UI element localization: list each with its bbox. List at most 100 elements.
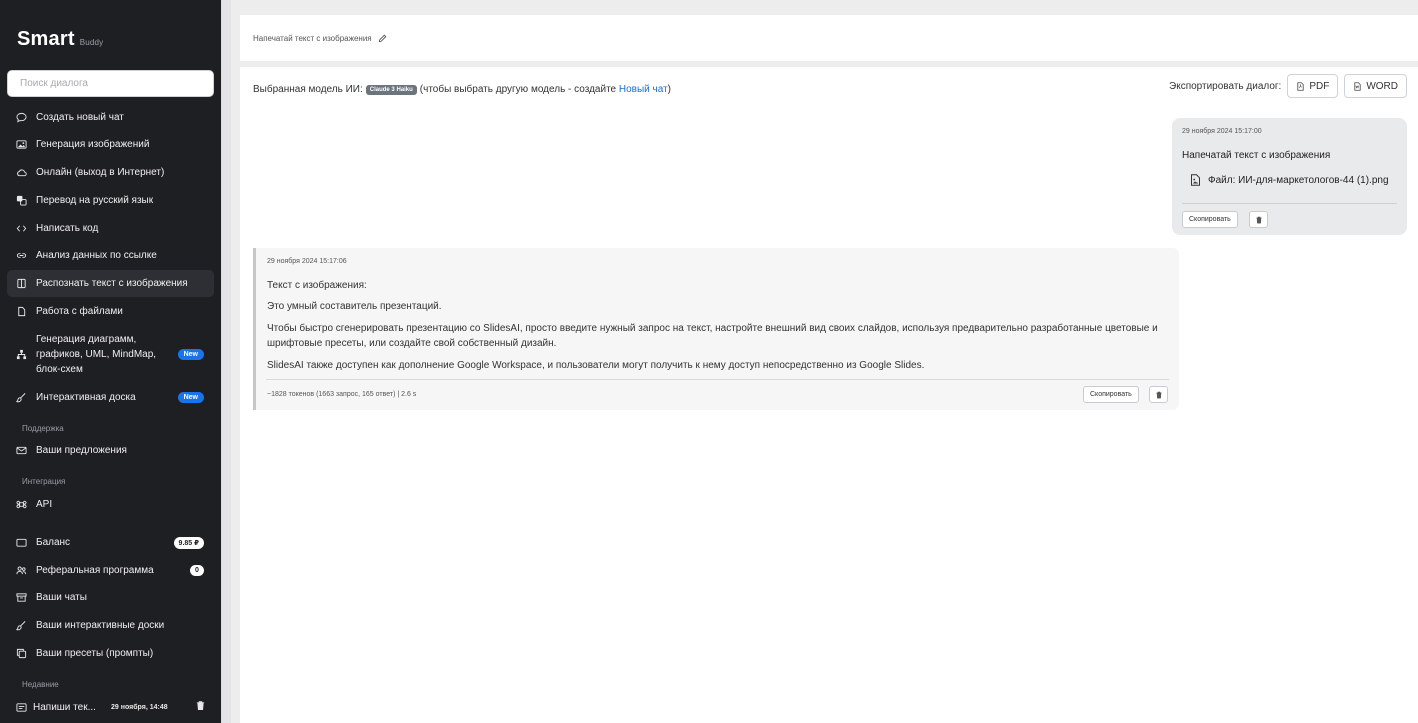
- message-timestamp: 29 ноября 2024 15:17:00: [1182, 128, 1262, 135]
- message-paragraph: Это умный составитель презентаций.: [267, 301, 442, 312]
- sidebar-item-referral[interactable]: Реферальная программа 0: [7, 557, 214, 584]
- chat-title: Напечатай текст с изображения: [253, 34, 387, 43]
- sidebar-item-label: Онлайн (выход в Интернет): [36, 167, 165, 178]
- pdf-file-icon: [1297, 81, 1304, 91]
- model-info: Выбранная модель ИИ: Claude 3 Haiku (что…: [253, 84, 671, 95]
- archive-icon: [16, 592, 27, 603]
- brand-logo[interactable]: Smart Buddy: [17, 28, 103, 51]
- export-pdf-button[interactable]: PDF: [1287, 74, 1339, 98]
- sidebar-item-label: Баланс: [36, 537, 71, 548]
- message-timestamp: 29 ноября 2024 15:17:06: [267, 258, 347, 265]
- trash-icon: [1155, 391, 1162, 398]
- new-chat-link[interactable]: Новый чат: [619, 84, 668, 95]
- sidebar-item-label: Написать код: [36, 223, 99, 234]
- brush-icon: [16, 392, 27, 403]
- sidebar: Smart Buddy Создать новый чат Генерация и…: [0, 0, 221, 723]
- recent-chat-date: 29 ноября, 14:48: [111, 703, 168, 711]
- sidebar-item-files[interactable]: Работа с файлами: [7, 298, 214, 325]
- recent-chat-title: Напиши тек...: [33, 701, 96, 713]
- pencil-icon[interactable]: [378, 34, 387, 43]
- sidebar-item-label: Ваши пресеты (промпты): [36, 648, 154, 659]
- sidebar-item-my-boards[interactable]: Ваши интерактивные доски: [7, 612, 214, 639]
- message-paragraph: Чтобы быстро сгенерировать презентацию с…: [267, 323, 1158, 349]
- chat-title-bar: Напечатай текст с изображения: [240, 15, 1418, 61]
- export-word-button[interactable]: WORD: [1344, 74, 1407, 98]
- chat-icon: [16, 112, 27, 123]
- brand-name: Smart: [17, 28, 75, 50]
- model-badge: Claude 3 Haiku: [365, 84, 417, 95]
- attached-file[interactable]: Файл: ИИ-для-маркетологов-44 (1).png: [1190, 174, 1389, 186]
- translate-icon: [16, 195, 27, 206]
- export-controls: Экспортировать диалог: PDF WORD: [1169, 74, 1407, 98]
- recent-chat-item[interactable]: Напиши тек... 29 ноября, 14:48: [7, 697, 214, 717]
- dialog-search-input[interactable]: [7, 70, 214, 97]
- copy-button-label: Скопировать: [1189, 216, 1231, 223]
- sidebar-item-code[interactable]: Написать код: [7, 215, 214, 242]
- sidebar-item-link-analysis[interactable]: Анализ данных по ссылке: [7, 242, 214, 269]
- divider: [1182, 203, 1397, 204]
- sidebar-item-image-gen[interactable]: Генерация изображений: [7, 131, 214, 158]
- model-prefix: Выбранная модель ИИ:: [253, 84, 363, 95]
- chat-list-icon: [16, 702, 27, 713]
- export-word-label: WORD: [1366, 80, 1398, 92]
- sidebar-item-online[interactable]: Онлайн (выход в Интернет): [7, 159, 214, 186]
- sidebar-item-my-presets[interactable]: Ваши пресеты (промпты): [7, 640, 214, 667]
- word-file-icon: [1354, 81, 1361, 91]
- sidebar-item-label: Реферальная программа: [36, 565, 154, 576]
- command-icon: [16, 499, 27, 510]
- sidebar-item-diagrams[interactable]: Генерация диаграмм, графиков, UML, MindM…: [7, 330, 214, 378]
- sidebar-item-label: Ваши интерактивные доски: [36, 620, 165, 631]
- sidebar-item-translate[interactable]: Перевод на русский язык: [7, 187, 214, 214]
- chat-main-panel: Выбранная модель ИИ: Claude 3 Haiku (что…: [240, 67, 1418, 723]
- delete-message-button[interactable]: [1149, 386, 1168, 403]
- sidebar-item-label: Ваши предложения: [36, 445, 127, 456]
- sidebar-item-label: Перевод на русский язык: [36, 195, 154, 206]
- sidebar-item-label: Генерация изображений: [36, 139, 150, 150]
- message-text: Напечатай текст с изображения: [1182, 150, 1331, 161]
- sidebar-item-new-chat[interactable]: Создать новый чат: [7, 104, 214, 131]
- sidebar-item-label: Создать новый чат: [36, 112, 124, 123]
- sidebar-item-my-chats[interactable]: Ваши чаты: [7, 584, 214, 611]
- message-paragraph: SlidesAI также доступен как дополнение G…: [267, 360, 925, 371]
- sidebar-item-ocr[interactable]: Распознать текст с изображения: [7, 270, 214, 297]
- brand-sub: Buddy: [79, 38, 104, 47]
- sidebar-item-suggestions[interactable]: Ваши предложения: [7, 437, 214, 464]
- sidebar-scrollbar[interactable]: [221, 0, 231, 723]
- ocr-icon: [16, 278, 27, 289]
- referral-badge: 0: [190, 565, 204, 576]
- diagram-icon: [16, 349, 27, 360]
- sidebar-item-balance[interactable]: Баланс 9.85 ₽: [7, 529, 214, 556]
- cloud-icon: [16, 167, 27, 178]
- export-label: Экспортировать диалог:: [1169, 80, 1282, 92]
- copy-button[interactable]: Скопировать: [1182, 211, 1238, 228]
- image-icon: [16, 139, 27, 150]
- copy-icon: [16, 648, 27, 659]
- attached-file-name: Файл: ИИ-для-маркетологов-44 (1).png: [1208, 174, 1389, 186]
- assistant-message: 29 ноября 2024 15:17:06 Текст с изображе…: [253, 248, 1179, 410]
- export-pdf-label: PDF: [1309, 80, 1330, 92]
- link-icon: [16, 250, 27, 261]
- trash-icon: [1255, 216, 1262, 223]
- file-icon: [16, 306, 27, 317]
- file-image-icon: [1191, 174, 1200, 186]
- brush-icon: [16, 620, 27, 631]
- sidebar-item-whiteboard[interactable]: Интерактивная доска New: [7, 384, 214, 411]
- balance-badge: 9.85 ₽: [173, 536, 204, 549]
- code-icon: [16, 223, 27, 234]
- sidebar-item-label: Ваши чаты: [36, 592, 87, 603]
- trash-icon[interactable]: [195, 700, 206, 711]
- section-label-recent: Недавние: [22, 680, 59, 689]
- new-badge: New: [177, 392, 204, 403]
- sidebar-item-label: Интерактивная доска: [36, 392, 136, 403]
- user-message: 29 ноября 2024 15:17:00 Напечатай текст …: [1172, 118, 1407, 235]
- sidebar-item-api[interactable]: API: [7, 491, 214, 518]
- envelope-icon: [16, 445, 27, 456]
- new-badge: New: [177, 348, 204, 360]
- sidebar-item-label: API: [36, 499, 53, 510]
- sidebar-item-label: Работа с файлами: [36, 306, 123, 317]
- sidebar-item-label: Генерация диаграмм, графиков, UML, MindM…: [36, 333, 157, 375]
- sidebar-item-label: Анализ данных по ссылке: [36, 250, 157, 261]
- copy-button[interactable]: Скопировать: [1083, 386, 1139, 403]
- delete-message-button[interactable]: [1249, 211, 1268, 228]
- message-paragraph: Текст с изображения:: [267, 280, 367, 291]
